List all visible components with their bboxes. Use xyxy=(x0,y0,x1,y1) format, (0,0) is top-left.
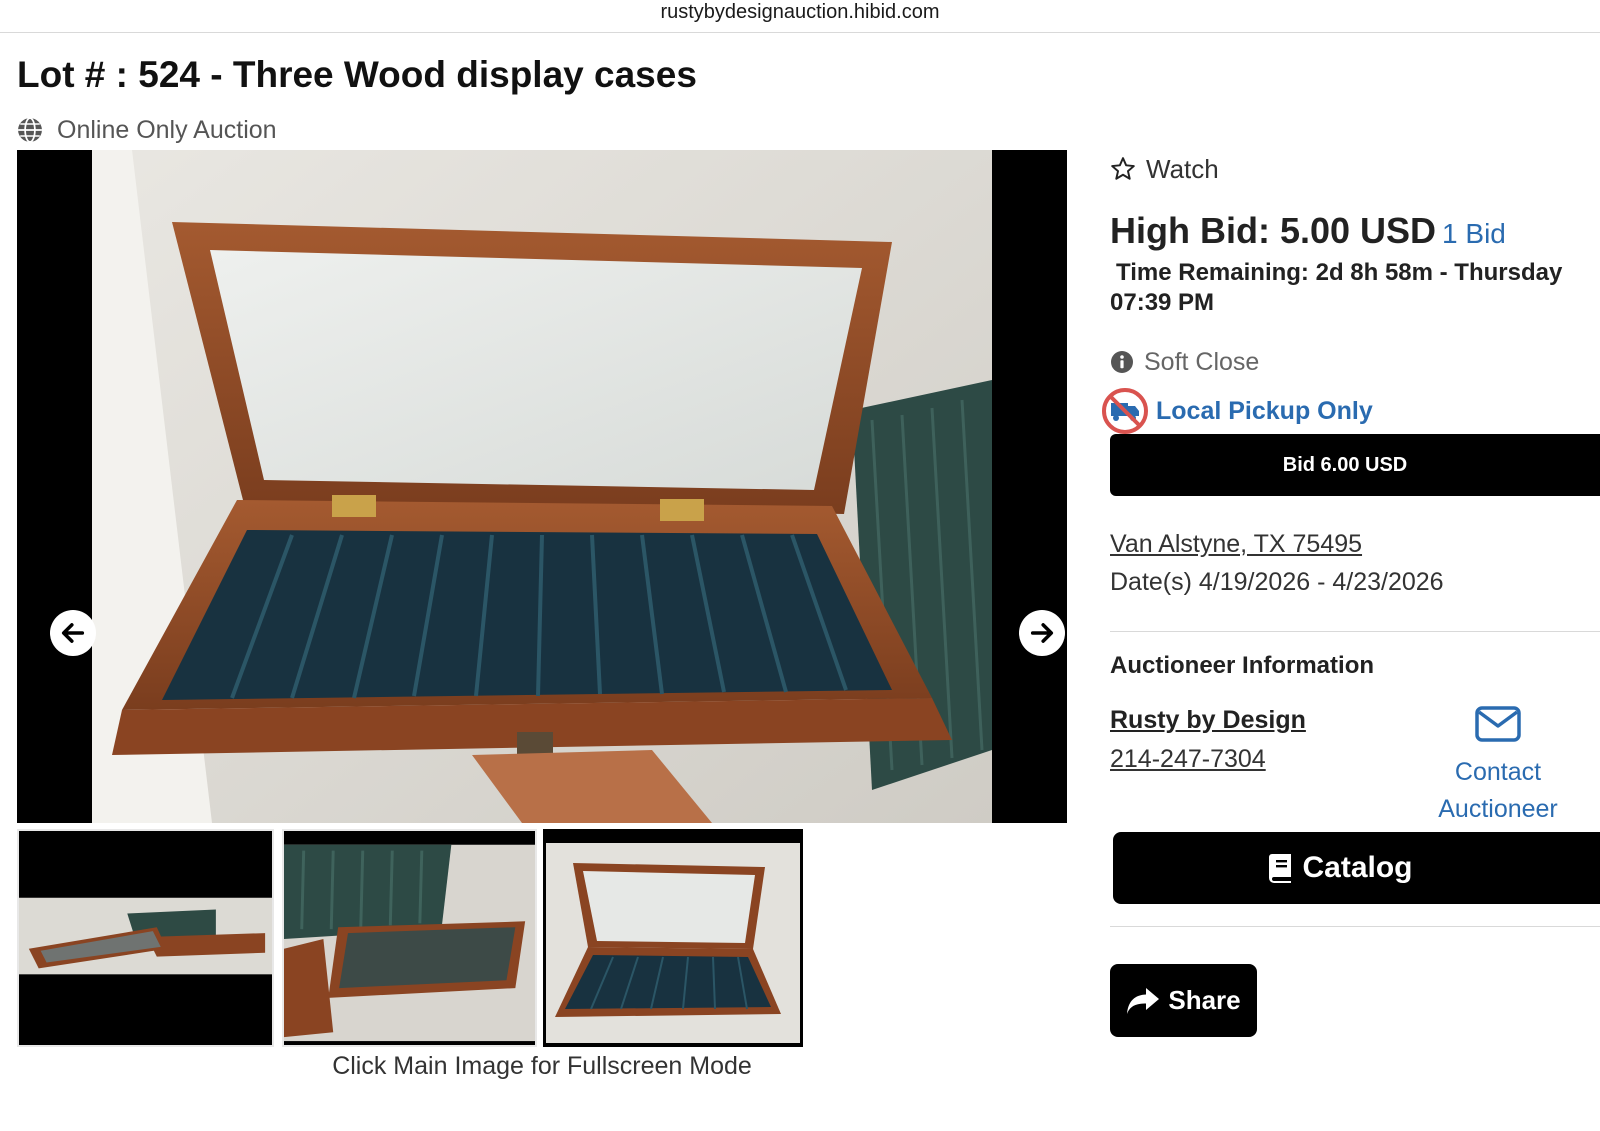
catalog-label: Catalog xyxy=(1302,851,1413,884)
next-image-button[interactable] xyxy=(1019,610,1065,656)
contact-label-line-1: Contact xyxy=(1454,758,1542,786)
thumbnail-3[interactable] xyxy=(543,829,803,1047)
watch-label: Watch xyxy=(1146,153,1219,184)
soft-close-label: Soft Close xyxy=(1144,347,1260,376)
high-bid: High Bid: 5.00 USD 1 Bid xyxy=(1110,210,1506,252)
globe-icon xyxy=(18,117,42,143)
browser-url-bar[interactable]: rustybydesignauction.hibid.com xyxy=(0,0,1600,33)
main-image[interactable] xyxy=(17,150,1067,823)
share-label: Share xyxy=(1168,985,1241,1015)
arrow-left-icon xyxy=(61,623,85,643)
thumbnail-2-image xyxy=(284,831,535,1045)
share-arrow-icon xyxy=(1127,987,1160,1014)
auctioneer-phone-link[interactable]: 214-247-7304 xyxy=(1110,745,1266,774)
no-shipping-truck-icon xyxy=(1102,388,1148,434)
bid-count-link[interactable]: 1 Bid xyxy=(1442,218,1506,249)
arrow-right-icon xyxy=(1030,623,1054,643)
divider xyxy=(1110,926,1600,927)
high-bid-amount: High Bid: 5.00 USD xyxy=(1110,210,1437,251)
thumbnail-1-image xyxy=(19,831,272,1045)
local-pickup-label: Local Pickup Only xyxy=(1156,396,1373,425)
star-outline-icon xyxy=(1111,157,1135,180)
bid-button[interactable]: Bid 6.00 USD xyxy=(1110,434,1600,496)
time-remaining: Time Remaining: 2d 8h 58m - Thursday 07:… xyxy=(1110,258,1600,318)
fullscreen-hint: Click Main Image for Fullscreen Mode xyxy=(332,1052,752,1080)
previous-image-button[interactable] xyxy=(50,610,96,656)
divider xyxy=(1110,631,1600,632)
url-text[interactable]: rustybydesignauction.hibid.com xyxy=(0,0,1600,24)
local-pickup: Local Pickup Only xyxy=(1100,386,1373,436)
time-remaining-line-2: 07:39 PM xyxy=(1110,289,1215,316)
contact-auctioneer-button[interactable]: Contact Auctioneer xyxy=(1418,706,1578,828)
location-link[interactable]: Van Alstyne, TX 75495 xyxy=(1110,530,1362,559)
auction-dates: Date(s) 4/19/2026 - 4/23/2026 xyxy=(1110,568,1444,596)
thumbnail-1[interactable] xyxy=(17,829,274,1047)
share-button[interactable]: Share xyxy=(1110,964,1257,1037)
soft-close[interactable]: Soft Close xyxy=(1110,347,1259,377)
info-circle-icon xyxy=(1111,351,1133,373)
envelope-icon xyxy=(1475,706,1521,742)
auction-type-label: Online Only Auction xyxy=(57,115,277,144)
auctioneer-name-link[interactable]: Rusty by Design xyxy=(1110,706,1306,735)
display-case-photo xyxy=(92,150,992,823)
auctioneer-heading: Auctioneer Information xyxy=(1110,652,1375,679)
contact-label-line-2: Auctioneer xyxy=(1438,795,1558,823)
catalog-button[interactable]: Catalog xyxy=(1113,832,1600,904)
watch-button[interactable]: Watch xyxy=(1110,152,1219,186)
thumbnail-3-image xyxy=(543,829,803,1047)
lot-title: Lot # : 524 - Three Wood display cases xyxy=(17,54,697,95)
book-icon xyxy=(1269,854,1292,883)
auction-type: Online Only Auction xyxy=(17,115,277,145)
time-remaining-line-1: Time Remaining: 2d 8h 58m - Thursday xyxy=(1116,259,1563,286)
thumbnail-2[interactable] xyxy=(282,829,537,1047)
